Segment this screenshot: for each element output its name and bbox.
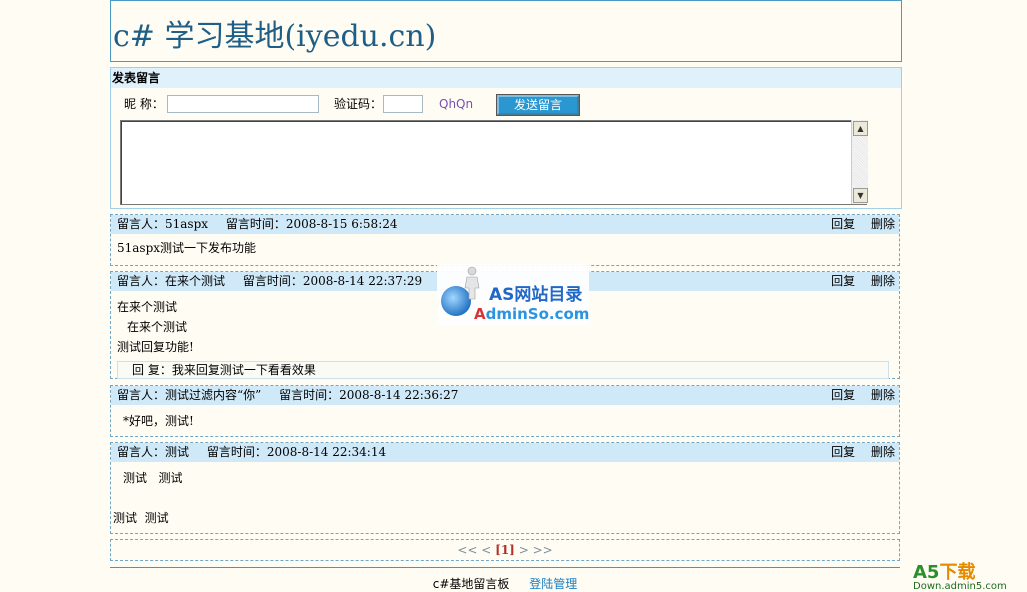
a5-logo-domain: Down.admin5.com [913,581,1007,592]
admin-reply: 回 复：我来回复测试一下看看效果 [117,361,889,379]
captcha-label: 验证码： [334,97,383,111]
message-item: 留言人：测试 留言时间：2008-8-14 22:34:14 回复 删除 测试 … [110,442,900,534]
a5-logo-text: A5 [913,562,940,583]
message-content-textarea[interactable] [120,120,867,205]
message-time: 留言时间：2008-8-14 22:37:29 [242,274,423,288]
footer: c#基地留言板 登陆管理 [110,575,900,592]
message-author: 留言人：测试过滤内容“你” [117,388,262,402]
scroll-down-icon[interactable]: ▼ [853,188,868,203]
message-author: 留言人：在来个测试 [117,274,226,288]
message-time: 留言时间：2008-8-14 22:34:14 [206,445,387,459]
pagination: << < [1] > >> [110,539,900,561]
current-page: [1] [495,543,515,557]
reply-link[interactable]: 回复 [831,274,855,288]
prev-page-link[interactable]: < [481,543,491,557]
delete-link[interactable]: 删除 [871,388,895,402]
textarea-scrollbar[interactable]: ▲ ▼ [851,120,868,204]
message-body: 测试 测试 测试 测试 [111,462,899,532]
message-author: 留言人：51aspx [117,217,209,231]
message-line: *好吧，测试! [123,414,194,428]
message-line: 测试 测试 [123,471,183,485]
delete-link[interactable]: 删除 [871,274,895,288]
message-time: 留言时间：2008-8-14 22:36:27 [279,388,459,402]
post-form-fields-row: 昵 称： 验证码： QhQn 发送留言 [111,94,901,117]
watermark-domain: AdminSo.com [474,305,589,323]
nickname-input[interactable] [167,95,319,113]
post-form-header: 发表留言 [111,68,901,88]
first-page-link[interactable]: << [457,543,477,557]
nickname-label: 昵 称： [124,97,164,111]
captcha-input[interactable] [383,95,423,113]
scroll-up-icon[interactable]: ▲ [853,121,868,136]
delete-link[interactable]: 删除 [871,217,895,231]
message-line: 测试 测试 [113,511,169,525]
reply-link[interactable]: 回复 [831,445,855,459]
admin-login-link[interactable]: 登陆管理 [529,577,577,591]
a5-logo-download: 下载 [939,562,976,583]
reply-link[interactable]: 回复 [831,217,855,231]
site-title: c# 学习基地(iyedu.cn) [113,19,437,54]
message-body: *好吧，测试! [111,405,899,435]
captcha-code[interactable]: QhQn [439,95,473,113]
message-item: 留言人：51aspx 留言时间：2008-8-15 6:58:24 回复 删除 … [110,214,900,266]
person-icon [464,266,480,300]
post-message-form: 发表留言 昵 称： 验证码： QhQn 发送留言 ▲ ▼ [110,67,902,209]
message-line: 51aspx测试一下发布功能 [117,241,257,255]
message-item: 留言人：测试过滤内容“你” 留言时间：2008-8-14 22:36:27 回复… [110,385,900,437]
watermark-logo: AS网站目录 AdminSo.com [437,264,589,326]
reply-link[interactable]: 回复 [831,388,855,402]
message-header: 留言人：51aspx 留言时间：2008-8-15 6:58:24 回复 删除 [111,215,899,234]
site-header: c# 学习基地(iyedu.cn) [110,0,902,62]
message-author: 留言人：测试 [117,445,190,459]
send-message-button[interactable]: 发送留言 [496,94,580,116]
message-header: 留言人：测试过滤内容“你” 留言时间：2008-8-14 22:36:27 回复… [111,386,899,405]
next-page-link[interactable]: > [519,543,529,557]
board-name: c#基地留言板 [432,577,510,591]
message-line: 测试回复功能! [117,340,194,354]
last-page-link[interactable]: >> [533,543,553,557]
watermark-domain-rest: dminSo.com [485,305,590,323]
a5-corner-logo: A5下载 Down.admin5.com [913,558,1007,592]
watermark-title: AS网站目录 [489,285,583,305]
message-body: 51aspx测试一下发布功能 [111,234,899,262]
footer-divider [110,567,900,568]
message-header: 留言人：测试 留言时间：2008-8-14 22:34:14 回复 删除 [111,443,899,462]
watermark-domain-a: A [474,305,486,323]
delete-link[interactable]: 删除 [871,445,895,459]
message-time: 留言时间：2008-8-15 6:58:24 [225,217,398,231]
